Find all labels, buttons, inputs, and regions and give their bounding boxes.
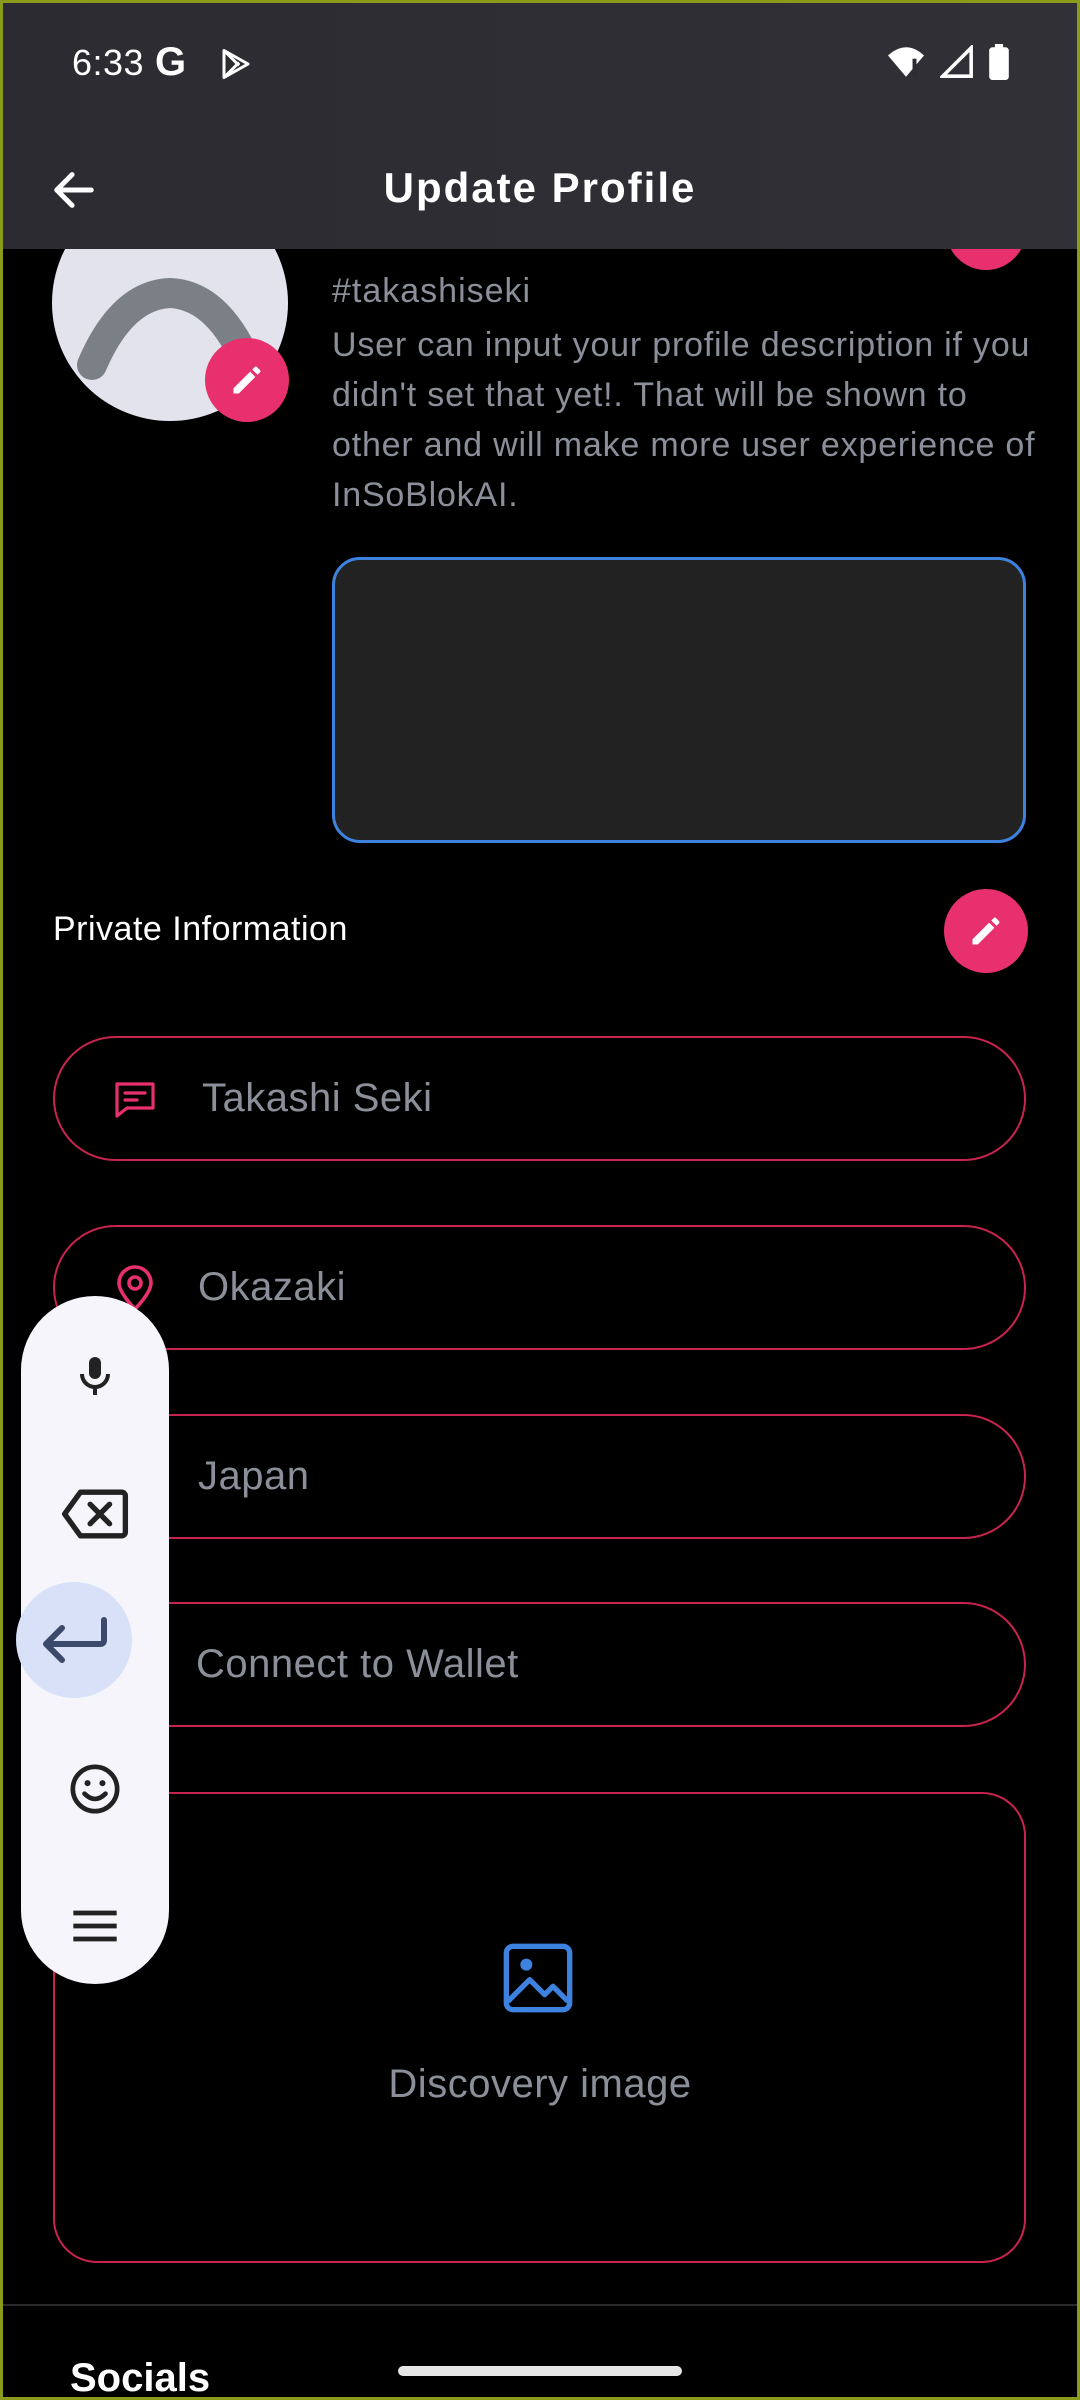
discovery-image-label: Discovery image bbox=[388, 2062, 692, 2106]
city-field[interactable]: Okazaki bbox=[53, 1225, 1026, 1350]
emoji-button[interactable] bbox=[21, 1731, 169, 1847]
description-input[interactable] bbox=[332, 557, 1026, 843]
emoji-icon bbox=[70, 1764, 120, 1814]
play-store-icon bbox=[222, 49, 250, 79]
enter-icon bbox=[43, 1617, 107, 1663]
image-icon bbox=[503, 1943, 573, 2013]
google-icon: G bbox=[155, 40, 187, 84]
top-bar: 6:33 G Update Profile bbox=[0, 0, 1080, 249]
profile-description: User can input your profile description … bbox=[332, 326, 1036, 514]
microphone-icon bbox=[80, 1357, 110, 1395]
keyboard-menu-button[interactable] bbox=[21, 1868, 169, 1984]
section-divider bbox=[0, 2304, 1080, 2306]
menu-icon bbox=[73, 1910, 117, 1942]
signal-icon bbox=[940, 45, 973, 78]
status-time: 6:33 bbox=[72, 42, 145, 83]
country-field[interactable]: Japan bbox=[53, 1414, 1026, 1539]
name-field-value: Takashi Seki bbox=[202, 1076, 433, 1120]
wallet-field[interactable]: Connect to Wallet bbox=[53, 1602, 1026, 1727]
profile-handle: #takashiseki bbox=[332, 272, 532, 310]
battery-icon bbox=[989, 44, 1009, 80]
voice-input-button[interactable] bbox=[21, 1318, 169, 1434]
status-indicators bbox=[886, 44, 1010, 80]
status-bar: 6:33 G bbox=[0, 0, 1080, 135]
avatar-edit-button[interactable] bbox=[205, 338, 289, 422]
backspace-icon bbox=[61, 1489, 129, 1539]
city-field-value: Okazaki bbox=[198, 1265, 346, 1309]
socials-title: Socials bbox=[70, 2356, 211, 2400]
message-icon bbox=[115, 1082, 155, 1118]
private-information-title: Private Information bbox=[53, 910, 348, 948]
enter-button[interactable] bbox=[16, 1582, 132, 1698]
wallet-field-value: Connect to Wallet bbox=[196, 1642, 519, 1686]
pencil-icon bbox=[972, 917, 1000, 945]
private-info-edit-button[interactable] bbox=[944, 889, 1028, 973]
name-field[interactable]: Takashi Seki bbox=[53, 1036, 1026, 1161]
home-indicator[interactable] bbox=[398, 2366, 682, 2376]
pencil-icon bbox=[233, 366, 261, 394]
wifi-icon bbox=[888, 47, 924, 77]
country-field-value: Japan bbox=[198, 1454, 310, 1498]
backspace-button[interactable] bbox=[21, 1456, 169, 1572]
discovery-image-picker[interactable] bbox=[53, 1792, 1026, 2263]
page-title: Update Profile bbox=[383, 164, 697, 211]
